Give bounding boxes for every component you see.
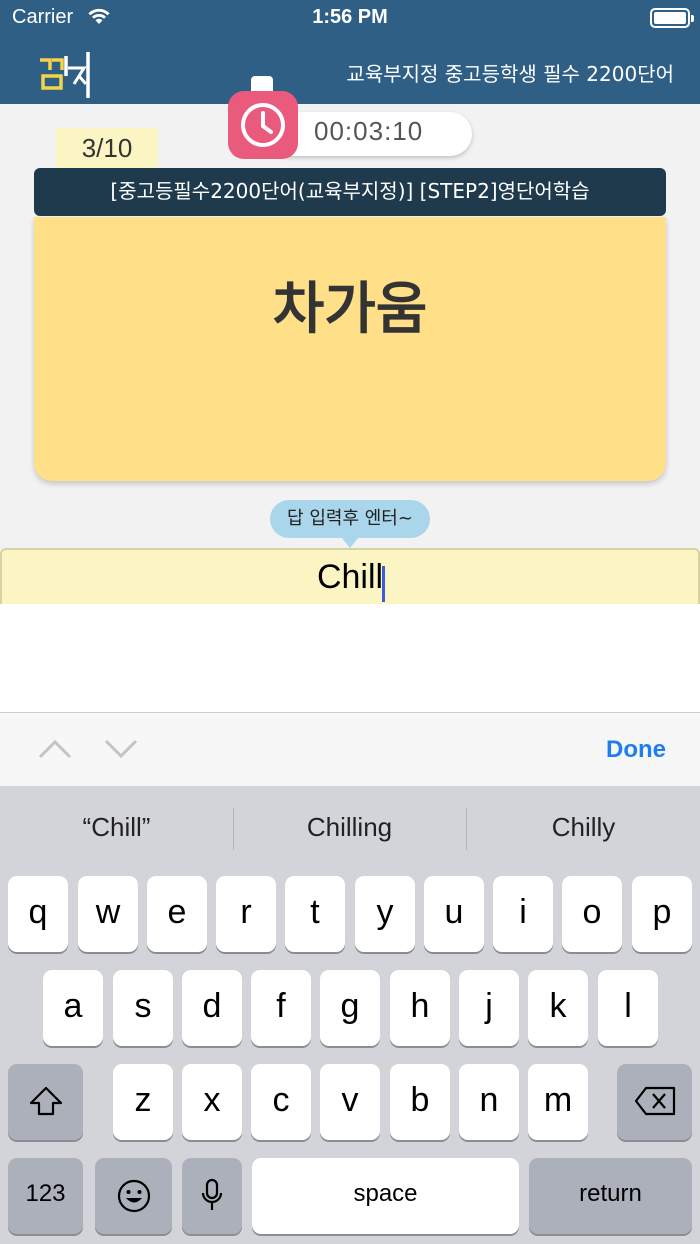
key-p[interactable]: p [632, 876, 692, 952]
key-y[interactable]: y [355, 876, 415, 952]
previous-field-icon[interactable] [38, 738, 72, 760]
key-t[interactable]: t [285, 876, 345, 952]
key-j[interactable]: j [459, 970, 519, 1046]
answer-hint: 답 입력후 엔터~ [270, 500, 430, 548]
key-x[interactable]: x [182, 1064, 242, 1140]
key-n[interactable]: n [459, 1064, 519, 1140]
text-cursor [382, 566, 385, 602]
blank-area [0, 604, 700, 712]
answer-field-container [0, 548, 700, 604]
app-logo-icon [40, 52, 90, 98]
course-label: [중고등필수2200단어(교육부지정)] [STEP2]영단어학습 [34, 168, 666, 216]
done-button[interactable]: Done [606, 736, 666, 764]
timer-text: 00:03:10 [314, 116, 424, 146]
dictation-key[interactable] [182, 1158, 242, 1234]
emoji-icon [117, 1179, 150, 1213]
shift-icon [29, 1086, 62, 1116]
key-h[interactable]: h [390, 970, 450, 1046]
key-i[interactable]: i [493, 876, 553, 952]
header-title: 교육부지정 중고등학생 필수 2200단어 [346, 62, 674, 86]
status-bar: Carrier 1:56 PM [0, 0, 700, 36]
next-field-icon[interactable] [104, 738, 138, 760]
timer-button[interactable] [228, 91, 298, 159]
shift-key[interactable] [8, 1064, 83, 1140]
suggestion-2[interactable]: Chilling [233, 812, 466, 843]
key-d[interactable]: d [182, 970, 242, 1046]
key-u[interactable]: u [424, 876, 484, 952]
suggestion-1[interactable]: “Chill” [0, 812, 233, 843]
key-q[interactable]: q [8, 876, 68, 952]
key-l[interactable]: l [598, 970, 658, 1046]
answer-input[interactable] [2, 550, 698, 604]
question-word: 차가움 [272, 277, 428, 342]
numbers-key[interactable]: 123 [8, 1158, 83, 1234]
microphone-icon [201, 1178, 223, 1210]
key-z[interactable]: z [113, 1064, 173, 1140]
word-card [34, 217, 666, 481]
return-key[interactable]: return [529, 1158, 692, 1234]
key-v[interactable]: v [320, 1064, 380, 1140]
delete-key[interactable] [617, 1064, 692, 1140]
clock-icon [241, 103, 285, 147]
key-s[interactable]: s [113, 970, 173, 1046]
backspace-icon [634, 1086, 675, 1116]
emoji-key[interactable] [95, 1158, 172, 1234]
space-key[interactable]: space [252, 1158, 519, 1234]
app-header: Carrier 1:56 PM 교육부지정 중고등학생 필수 2200단어 [0, 0, 700, 104]
clock: 1:56 PM [312, 6, 388, 28]
key-f[interactable]: f [251, 970, 311, 1046]
key-r[interactable]: r [216, 876, 276, 952]
key-m[interactable]: m [528, 1064, 588, 1140]
key-o[interactable]: o [562, 876, 622, 952]
question-counter: 3/10 [56, 128, 158, 168]
key-g[interactable]: g [320, 970, 380, 1046]
key-k[interactable]: k [528, 970, 588, 1046]
key-e[interactable]: e [147, 876, 207, 952]
key-a[interactable]: a [43, 970, 103, 1046]
suggestion-3[interactable]: Chilly [467, 812, 700, 843]
key-w[interactable]: w [78, 876, 138, 952]
key-b[interactable]: b [390, 1064, 450, 1140]
key-c[interactable]: c [251, 1064, 311, 1140]
battery-icon [650, 8, 694, 28]
